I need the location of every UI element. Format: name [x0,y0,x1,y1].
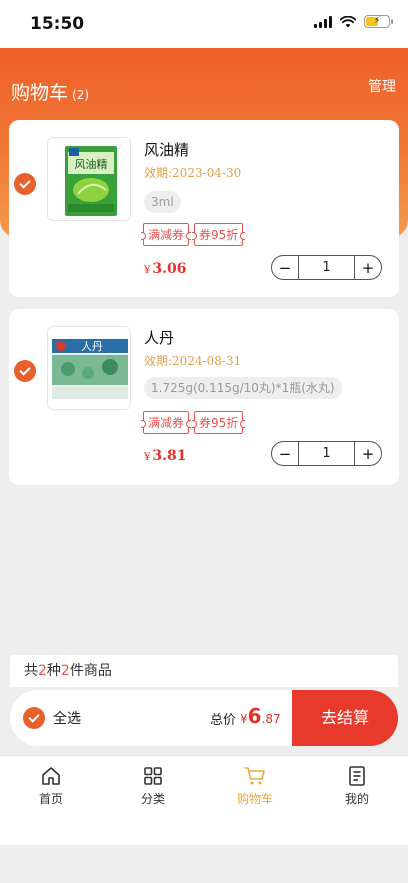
svg-text:风油精: 风油精 [75,157,108,171]
item-checkbox[interactable] [14,360,36,382]
grid-icon [144,767,162,785]
product-image[interactable]: 风油精 [47,137,131,221]
cart-icon [244,767,265,785]
coupon-tag: 券95折 [192,411,246,434]
product-image[interactable]: 人丹 [47,326,131,410]
tab-cart[interactable]: 购物车 [204,756,306,845]
quantity-stepper: − 1 + [271,441,382,466]
cart-item: 风油精 风油精 效期:2023-04-30 3ml 满减券 券95折 ¥3.06… [9,120,399,297]
coupon-tag: 满减券 [140,411,192,434]
home-icon [42,767,60,785]
tab-label: 分类 [140,792,165,806]
decrease-quantity-button[interactable]: − [272,259,298,277]
battery-charging-icon: ⚡ [364,15,393,28]
coupon-tags: 满减券 券95折 [140,411,246,434]
product-name[interactable]: 风油精 [144,139,189,160]
svg-text:人丹: 人丹 [81,340,103,353]
manage-button[interactable]: 管理 [368,76,396,96]
kinds-count: 2 [38,663,47,679]
pieces-count: 2 [60,663,70,679]
wifi-icon [340,15,356,27]
increase-quantity-button[interactable]: + [355,259,381,277]
checkout-bar: 全选 总价 ¥6.87 去结算 [10,690,398,746]
page-title-text: 购物车 [11,82,69,104]
decrease-quantity-button[interactable]: − [272,445,298,463]
product-price: ¥3.06 [144,261,187,277]
quantity-stepper: − 1 + [271,255,382,280]
status-bar: 15:50 ⚡ [0,0,408,48]
product-spec: 1.725g(0.115g/10丸)*1瓶(水丸) [144,377,342,399]
status-time: 15:50 [30,14,85,34]
expiry-date: 效期:2024-08-31 [144,354,242,368]
status-icons: ⚡ [314,15,393,28]
tab-label: 购物车 [236,792,273,806]
tab-label: 我的 [344,792,369,806]
select-all-checkbox[interactable] [23,707,45,729]
expiry-date: 效期:2023-04-30 [144,166,242,180]
profile-doc-icon [349,766,365,786]
quantity-value[interactable]: 1 [298,442,355,465]
item-checkbox[interactable] [14,173,36,195]
checkout-button[interactable]: 去结算 [292,690,398,746]
cart-count: (2) [72,88,90,102]
product-package-illustration: 人丹 [52,339,128,399]
page-title: 购物车 (2) [11,78,89,105]
total-amount: ¥6.87 [240,704,281,728]
product-price: ¥3.81 [144,448,187,464]
quantity-value[interactable]: 1 [298,256,355,279]
select-all-label[interactable]: 全选 [53,708,81,728]
coupon-tag: 满减券 [140,223,192,246]
coupon-tags: 满减券 券95折 [140,223,246,246]
coupon-tag: 券95折 [192,223,246,246]
bottom-tab-bar: 首页 分类 购物车 我的 [0,755,408,845]
cart-summary: 共2种2件商品 [10,655,398,687]
tab-category[interactable]: 分类 [102,756,204,845]
increase-quantity-button[interactable]: + [355,445,381,463]
total-label: 总价 [210,713,237,728]
cart-item: 人丹 人丹 效期:2024-08-31 1.725g(0.115g/10丸)*1… [9,309,399,485]
product-package-illustration: 风油精 [65,146,117,216]
tab-profile[interactable]: 我的 [306,756,408,845]
product-name[interactable]: 人丹 [144,327,174,348]
product-spec: 3ml [144,191,181,213]
cellular-signal-icon [314,15,332,28]
tab-label: 首页 [38,792,63,806]
tab-home[interactable]: 首页 [0,756,102,845]
